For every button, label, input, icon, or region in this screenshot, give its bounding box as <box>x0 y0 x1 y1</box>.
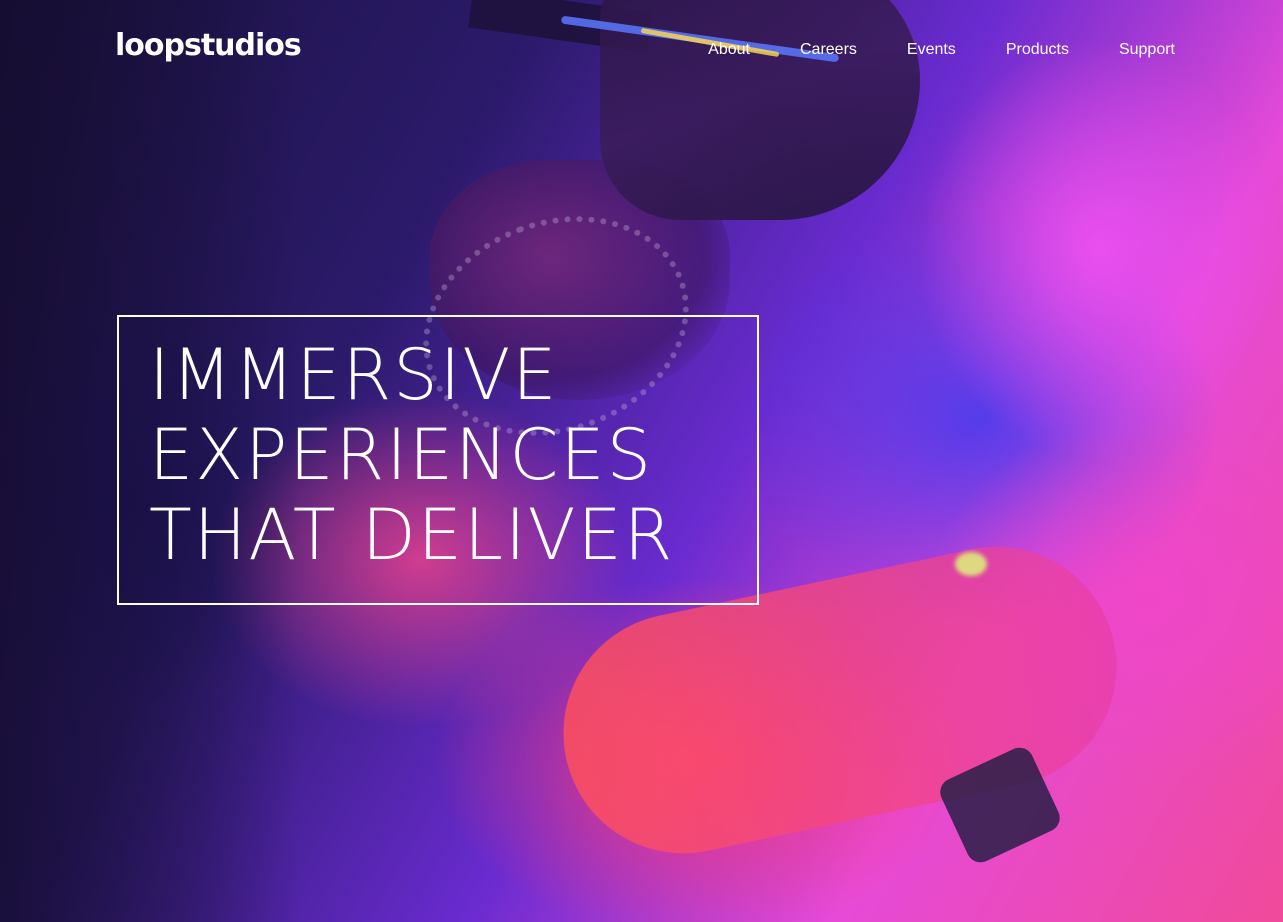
nav-link-events[interactable]: Events <box>907 41 956 59</box>
hero-headline-line-1: IMMERSIVE <box>149 334 559 416</box>
hero-background-light <box>955 552 987 576</box>
logo[interactable]: loopstudios <box>115 28 302 63</box>
hero-section: loopstudios About Careers Events Product… <box>0 0 1283 922</box>
nav-link-careers[interactable]: Careers <box>800 41 857 59</box>
nav-link-products[interactable]: Products <box>1006 41 1069 59</box>
hero-background-watch <box>935 743 1065 867</box>
nav-link-support[interactable]: Support <box>1119 41 1175 59</box>
hero-headline: IMMERSIVE EXPERIENCES THAT DELIVER <box>149 335 757 575</box>
nav-link-about[interactable]: About <box>708 41 750 59</box>
hero-headline-line-2: EXPERIENCES <box>149 414 654 496</box>
site-header: loopstudios About Careers Events Product… <box>0 0 1283 100</box>
hero-headline-line-3: THAT DELIVER <box>149 494 675 576</box>
hero-headline-box: IMMERSIVE EXPERIENCES THAT DELIVER <box>117 315 759 605</box>
main-nav: About Careers Events Products Support <box>708 41 1175 59</box>
